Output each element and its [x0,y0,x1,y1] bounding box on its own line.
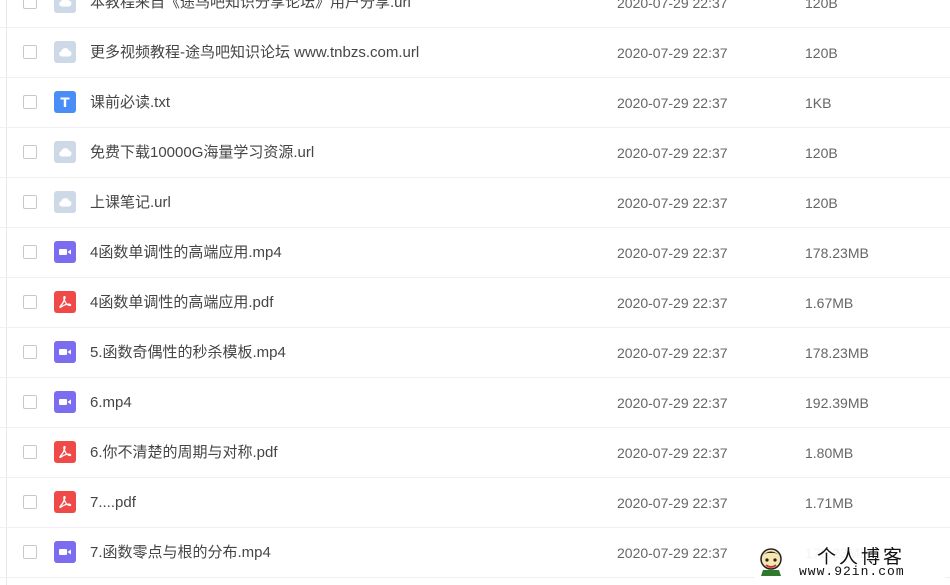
watermark: 个人博客 www.92in.com [755,540,945,582]
file-date: 2020-07-29 22:37 [617,45,728,61]
row-checkbox[interactable] [23,245,37,259]
file-row[interactable]: 4函数单调性的高端应用.mp4 2020-07-29 22:37 178.23MB [0,228,950,278]
pdf-file-icon [54,491,76,513]
file-date: 2020-07-29 22:37 [617,245,728,261]
file-name[interactable]: 免费下载10000G海量学习资源.url [90,143,314,163]
file-size: 120B [805,45,838,61]
file-date: 2020-07-29 22:37 [617,145,728,161]
file-row[interactable]: 5.函数奇偶性的秒杀模板.mp4 2020-07-29 22:37 178.23MB [0,328,950,378]
file-date: 2020-07-29 22:37 [617,395,728,411]
text-file-icon [54,91,76,113]
file-size: 1KB [805,95,832,111]
video-file-icon [54,341,76,363]
file-date: 2020-07-29 22:37 [617,345,728,361]
row-checkbox[interactable] [23,0,37,9]
row-checkbox[interactable] [23,95,37,109]
row-checkbox[interactable] [23,45,37,59]
row-checkbox[interactable] [23,295,37,309]
file-row[interactable]: 课前必读.txt 2020-07-29 22:37 1KB [0,78,950,128]
file-size: 178.23MB [805,345,869,361]
file-size: 120B [805,0,838,11]
cloud-link-icon [54,41,76,63]
file-row[interactable]: 上课笔记.url 2020-07-29 22:37 120B [0,178,950,228]
file-name[interactable]: 7....pdf [90,493,136,513]
pdf-file-icon [54,441,76,463]
file-size: 1.80MB [805,445,854,461]
file-name[interactable]: 4函数单调性的高端应用.pdf [90,293,273,313]
video-file-icon [54,541,76,563]
file-date: 2020-07-29 22:37 [617,495,728,511]
row-checkbox[interactable] [23,495,37,509]
row-checkbox[interactable] [23,395,37,409]
file-name[interactable]: 6.你不清楚的周期与对称.pdf [90,443,278,463]
file-size: 192.39MB [805,395,869,411]
file-date: 2020-07-29 22:37 [617,95,728,111]
file-name[interactable]: 更多视频教程-途鸟吧知识论坛 www.tnbzs.com.url [90,43,419,63]
file-list: 本教程来自《途鸟吧知识分享论坛》用户分享.url 2020-07-29 22:37… [0,0,950,578]
watermark-url: www.92in.com [799,564,905,579]
pdf-file-icon [54,291,76,313]
cloud-link-icon [54,0,76,13]
file-name[interactable]: 7.函数零点与根的分布.mp4 [90,543,271,563]
row-checkbox[interactable] [23,195,37,209]
video-file-icon [54,241,76,263]
row-checkbox[interactable] [23,145,37,159]
cloud-link-icon [54,141,76,163]
file-date: 2020-07-29 22:37 [617,0,728,11]
file-size: 120B [805,145,838,161]
file-name[interactable]: 5.函数奇偶性的秒杀模板.mp4 [90,343,286,363]
file-date: 2020-07-29 22:37 [617,295,728,311]
cloud-link-icon [54,191,76,213]
file-name[interactable]: 4函数单调性的高端应用.mp4 [90,243,282,263]
file-date: 2020-07-29 22:37 [617,545,728,561]
row-checkbox[interactable] [23,545,37,559]
file-row[interactable]: 6.mp4 2020-07-29 22:37 192.39MB [0,378,950,428]
file-size: 120B [805,195,838,211]
file-size: 1.67MB [805,295,854,311]
file-size: 1.71MB [805,495,854,511]
file-row[interactable]: 6.你不清楚的周期与对称.pdf 2020-07-29 22:37 1.80MB [0,428,950,478]
file-date: 2020-07-29 22:37 [617,445,728,461]
avatar-icon [760,548,782,576]
file-size: 178.23MB [805,245,869,261]
file-row[interactable]: 7....pdf 2020-07-29 22:37 1.71MB [0,478,950,528]
file-name[interactable]: 本教程来自《途鸟吧知识分享论坛》用户分享.url [90,0,411,13]
video-file-icon [54,391,76,413]
row-checkbox[interactable] [23,345,37,359]
file-date: 2020-07-29 22:37 [617,195,728,211]
row-checkbox[interactable] [23,445,37,459]
file-name[interactable]: 课前必读.txt [90,93,170,113]
file-row[interactable]: 更多视频教程-途鸟吧知识论坛 www.tnbzs.com.url 2020-07-… [0,28,950,78]
file-row[interactable]: 4函数单调性的高端应用.pdf 2020-07-29 22:37 1.67MB [0,278,950,328]
file-row[interactable]: 免费下载10000G海量学习资源.url 2020-07-29 22:37 120B [0,128,950,178]
file-name[interactable]: 6.mp4 [90,393,132,413]
file-name[interactable]: 上课笔记.url [90,193,171,213]
file-row[interactable]: 本教程来自《途鸟吧知识分享论坛》用户分享.url 2020-07-29 22:37… [0,0,950,28]
